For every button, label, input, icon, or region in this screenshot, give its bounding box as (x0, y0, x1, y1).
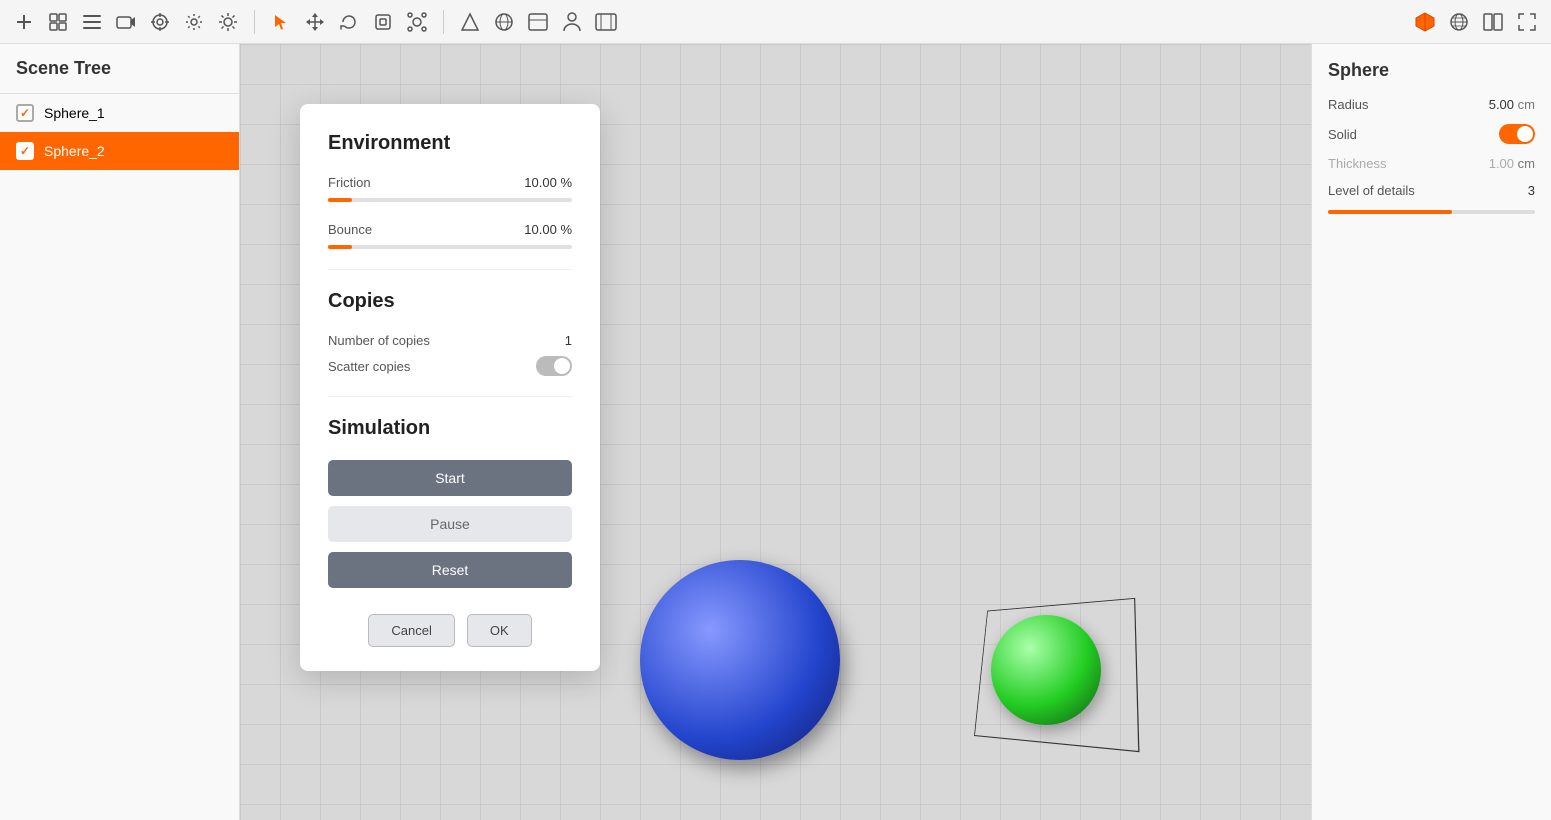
lod-row: Level of details 3 (1328, 183, 1535, 198)
menu-icon[interactable] (78, 8, 106, 36)
sidebar: Scene Tree Sphere_1 Sphere_2 (0, 44, 240, 820)
toolbar-left-group (10, 8, 242, 36)
copies-label: Number of copies (328, 333, 430, 348)
ok-button[interactable]: OK (467, 614, 532, 647)
solid-row: Solid (1328, 124, 1535, 144)
scatter-label: Scatter copies (328, 359, 410, 374)
green-sphere-container[interactable] (971, 600, 1131, 740)
sphere2-label: Sphere_2 (44, 143, 105, 159)
grid-icon[interactable] (44, 8, 72, 36)
pause-button[interactable]: Pause (328, 506, 572, 542)
lod-slider-track[interactable] (1328, 210, 1535, 214)
scene-item-sphere2[interactable]: Sphere_2 (0, 132, 239, 170)
start-button[interactable]: Start (328, 460, 572, 496)
bounce-value: 10.00 % (524, 222, 572, 237)
reset-button[interactable]: Reset (328, 552, 572, 588)
green-sphere (991, 615, 1101, 725)
scatter-toggle[interactable] (536, 356, 572, 376)
copies-title: Copies (328, 290, 572, 313)
separator-2 (328, 396, 572, 397)
lod-slider-row (1328, 210, 1535, 214)
settings-icon[interactable] (180, 8, 208, 36)
bounce-slider-fill (328, 245, 352, 249)
material-icon[interactable] (524, 8, 552, 36)
toolbar-right-center-group (456, 8, 620, 36)
scatter-row: Scatter copies (328, 356, 572, 376)
thickness-label: Thickness (1328, 156, 1387, 171)
dialog-footer: Cancel OK (328, 614, 572, 647)
sphere1-label: Sphere_1 (44, 105, 105, 121)
thickness-row: Thickness 1.00 cm (1328, 156, 1535, 171)
bounce-slider-track[interactable] (328, 245, 572, 249)
avatar-icon[interactable] (558, 8, 586, 36)
bounce-slider-row (328, 245, 572, 249)
target-icon[interactable] (146, 8, 174, 36)
lod-label: Level of details (1328, 183, 1415, 198)
sun-icon[interactable] (214, 8, 242, 36)
radius-row: Radius 5.00 cm (1328, 97, 1535, 112)
friction-slider-fill (328, 198, 352, 202)
cancel-button[interactable]: Cancel (368, 614, 454, 647)
scale-tool-icon[interactable] (369, 8, 397, 36)
globe-view-icon[interactable] (1445, 8, 1473, 36)
friction-label: Friction (328, 175, 371, 190)
window-layout-icon[interactable] (1479, 8, 1507, 36)
separator-1 (328, 269, 572, 270)
sphere1-checkbox[interactable] (16, 104, 34, 122)
scene-tree-title: Scene Tree (0, 44, 239, 94)
main-area: Scene Tree Sphere_1 Sphere_2 (0, 44, 1551, 820)
scene-item-sphere1[interactable]: Sphere_1 (0, 94, 239, 132)
copies-row: Number of copies 1 (328, 333, 572, 348)
toolbar-right-group (1411, 8, 1541, 36)
blue-sphere[interactable] (640, 560, 840, 760)
rotate-tool-icon[interactable] (335, 8, 363, 36)
toolbar-center-group (267, 8, 431, 36)
environment-dialog[interactable]: Environment Friction 10.00 % Bounce (300, 104, 600, 671)
sphere2-checkbox[interactable] (16, 142, 34, 160)
transform-tool-icon[interactable] (403, 8, 431, 36)
move-tool-icon[interactable] (301, 8, 329, 36)
properties-title: Sphere (1328, 60, 1535, 81)
properties-panel: Sphere Radius 5.00 cm Solid Thickness 1.… (1311, 44, 1551, 820)
solid-toggle[interactable] (1499, 124, 1535, 144)
copies-value: 1 (565, 333, 572, 348)
friction-row: Friction 10.00 % (328, 175, 572, 190)
bounce-label: Bounce (328, 222, 372, 237)
add-icon[interactable] (10, 8, 38, 36)
physics-icon[interactable] (456, 8, 484, 36)
sphere-view-icon[interactable] (490, 8, 518, 36)
thickness-value: 1.00 cm (1489, 156, 1535, 171)
toolbar-divider-1 (254, 10, 255, 34)
solid-label: Solid (1328, 127, 1357, 142)
film-icon[interactable] (592, 8, 620, 36)
cube-3d-icon[interactable] (1411, 8, 1439, 36)
radius-label: Radius (1328, 97, 1368, 112)
lod-slider-fill (1328, 210, 1452, 214)
environment-title: Environment (328, 132, 572, 155)
toolbar-divider-2 (443, 10, 444, 34)
radius-value: 5.00 cm (1489, 97, 1535, 112)
select-tool-icon[interactable] (267, 8, 295, 36)
expand-icon[interactable] (1513, 8, 1541, 36)
friction-value: 10.00 % (524, 175, 572, 190)
lod-value: 3 (1528, 183, 1535, 198)
simulation-title: Simulation (328, 417, 572, 440)
bounce-row: Bounce 10.00 % (328, 222, 572, 237)
toolbar (0, 0, 1551, 44)
friction-slider-track[interactable] (328, 198, 572, 202)
camera-icon[interactable] (112, 8, 140, 36)
viewport[interactable]: Environment Friction 10.00 % Bounce (240, 44, 1311, 820)
friction-slider-row (328, 198, 572, 202)
